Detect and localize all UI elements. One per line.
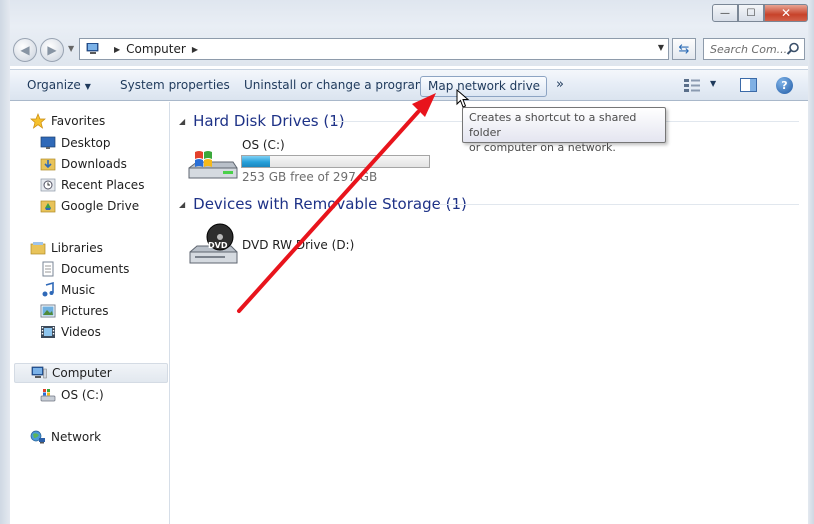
sidebar-item-documents[interactable]: Documents	[40, 259, 129, 279]
minimize-icon: —	[720, 7, 730, 19]
downloads-folder-icon	[40, 158, 56, 171]
recent-pages-dropdown[interactable]: ▼	[68, 44, 74, 53]
sidebar-item-label: Desktop	[61, 136, 111, 150]
hard-drive-icon	[40, 389, 56, 402]
uninstall-program-button[interactable]: Uninstall or change a program	[237, 76, 434, 97]
sidebar-item-label: Pictures	[61, 304, 109, 318]
dvd-drive-icon[interactable]: DVD	[187, 222, 239, 268]
refresh-button[interactable]: ⇆	[672, 38, 696, 60]
sidebar-item-os-c[interactable]: OS (C:)	[40, 385, 104, 405]
dvd-icon-label: DVD	[208, 241, 228, 250]
command-bar: Organize ▼ System properties Uninstall or…	[10, 69, 808, 101]
group-divider	[439, 204, 799, 205]
breadcrumb-separator-icon[interactable]: ▶	[114, 45, 120, 54]
drive-c-free-space: 253 GB free of 297 GB	[242, 170, 378, 184]
sidebar-item-downloads[interactable]: Downloads	[40, 154, 127, 174]
sidebar-libraries-label: Libraries	[51, 241, 103, 255]
sidebar-libraries[interactable]: Libraries	[30, 238, 103, 258]
star-icon	[30, 113, 46, 129]
group-header-removable-storage[interactable]: ◢ Devices with Removable Storage (1)	[179, 195, 467, 213]
close-button[interactable]: ✕	[764, 4, 808, 22]
sidebar-favorites-label: Favorites	[51, 114, 106, 128]
group-header-label: Hard Disk Drives (1)	[193, 112, 345, 130]
refresh-icon: ⇆	[678, 41, 690, 57]
videos-icon	[41, 326, 55, 338]
close-icon: ✕	[780, 6, 792, 20]
search-input[interactable]: Search Com...	[703, 38, 805, 60]
view-options-dropdown-icon[interactable]: ▼	[710, 79, 716, 88]
collapse-triangle-icon[interactable]: ◢	[179, 200, 185, 209]
drive-d-name[interactable]: DVD RW Drive (D:)	[242, 238, 354, 252]
breadcrumb-computer[interactable]: Computer	[126, 42, 186, 56]
system-properties-button[interactable]: System properties	[113, 76, 237, 97]
sidebar-item-pictures[interactable]: Pictures	[40, 301, 109, 321]
map-network-drive-tooltip: Creates a shortcut to a shared folder or…	[462, 107, 666, 154]
sidebar-item-label: Recent Places	[61, 178, 145, 192]
sidebar-item-desktop[interactable]: Desktop	[40, 133, 111, 153]
sidebar-favorites[interactable]: Favorites	[30, 111, 105, 131]
window-border-left	[0, 0, 10, 524]
navigation-pane: Favorites Desktop Downloads Recent Place…	[10, 102, 170, 524]
sidebar-computer[interactable]: Computer	[14, 363, 168, 383]
drive-c-usage-bar	[241, 155, 430, 168]
back-arrow-icon: ◀	[20, 43, 30, 57]
chevron-down-icon: ▼	[84, 82, 91, 91]
sidebar-item-label: Videos	[61, 325, 101, 339]
sidebar-item-google-drive[interactable]: Google Drive	[40, 196, 139, 216]
group-header-label: Devices with Removable Storage (1)	[193, 195, 467, 213]
sidebar-item-label: Downloads	[61, 157, 127, 171]
breadcrumb-separator-icon[interactable]: ▶	[192, 45, 198, 54]
sidebar-item-label: OS (C:)	[61, 388, 104, 402]
music-icon	[42, 282, 54, 297]
organize-button[interactable]: Organize ▼	[20, 76, 98, 97]
group-header-hard-disk-drives[interactable]: ◢ Hard Disk Drives (1)	[179, 112, 345, 130]
maximize-button[interactable]: ☐	[738, 4, 764, 22]
sidebar-item-recent-places[interactable]: Recent Places	[40, 175, 144, 195]
forward-arrow-icon: ▶	[47, 43, 57, 57]
drive-c-usage-fill	[242, 156, 270, 167]
back-button[interactable]: ◀	[13, 38, 37, 62]
preview-pane-icon[interactable]	[740, 78, 758, 93]
organize-label: Organize	[27, 78, 81, 92]
computer-icon	[86, 43, 99, 54]
drive-c-name[interactable]: OS (C:)	[242, 138, 285, 152]
sidebar-item-videos[interactable]: Videos	[40, 322, 101, 342]
pictures-icon	[40, 304, 56, 318]
more-commands-button[interactable]: »	[556, 77, 564, 92]
recent-places-icon	[40, 178, 56, 192]
sidebar-computer-label: Computer	[52, 366, 112, 380]
network-icon	[30, 430, 45, 444]
map-network-drive-button[interactable]: Map network drive	[420, 76, 547, 97]
help-icon[interactable]: ?	[776, 77, 793, 94]
maximize-icon: ☐	[746, 7, 756, 19]
window-controls: — ☐ ✕	[712, 4, 808, 22]
minimize-button[interactable]: —	[712, 4, 738, 22]
search-placeholder: Search Com...	[710, 42, 788, 56]
address-bar[interactable]: ▶ Computer ▶ ▼	[79, 38, 669, 60]
collapse-triangle-icon[interactable]: ◢	[179, 117, 185, 126]
sidebar-item-label: Documents	[61, 262, 130, 276]
libraries-icon	[30, 242, 46, 255]
sidebar-item-music[interactable]: Music	[40, 280, 95, 300]
search-icon[interactable]	[786, 42, 800, 56]
sidebar-item-label: Music	[61, 283, 96, 297]
mouse-cursor-icon	[456, 89, 470, 108]
change-view-icon[interactable]	[684, 79, 704, 93]
documents-icon	[42, 261, 54, 277]
tooltip-line-1: Creates a shortcut to a shared folder	[469, 111, 637, 139]
os-drive-icon[interactable]	[187, 148, 239, 184]
forward-button[interactable]: ▶	[40, 38, 64, 62]
window-border-right	[808, 0, 814, 524]
sidebar-network-label: Network	[51, 430, 102, 444]
google-drive-icon	[40, 200, 56, 213]
desktop-icon	[40, 136, 56, 149]
computer-icon	[31, 366, 47, 379]
tooltip-line-2: or computer on a network.	[469, 141, 616, 154]
sidebar-network[interactable]: Network	[30, 427, 101, 447]
address-dropdown-icon[interactable]: ▼	[658, 43, 664, 52]
sidebar-item-label: Google Drive	[61, 199, 140, 213]
